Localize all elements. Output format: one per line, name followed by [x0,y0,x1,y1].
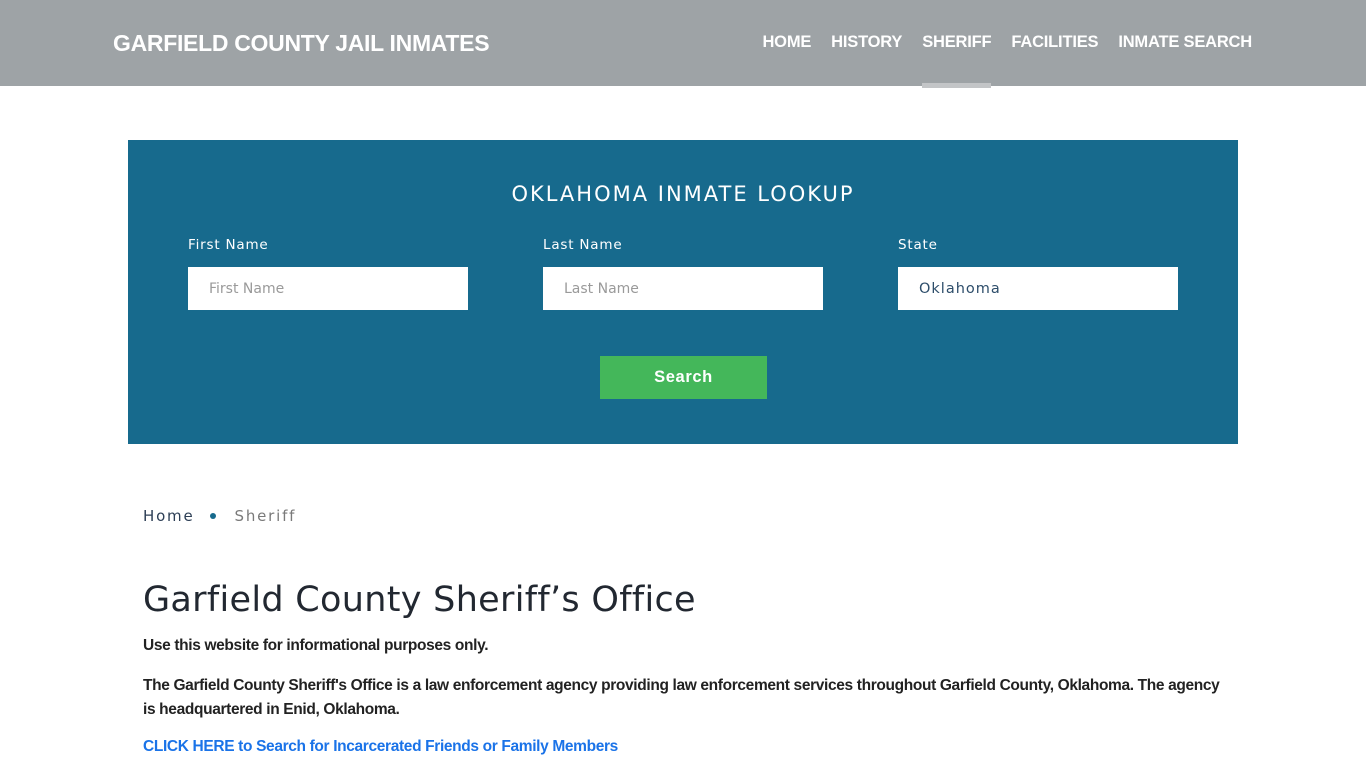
nav-item-inmate-search[interactable]: INMATE SEARCH [1118,33,1252,52]
lookup-title: OKLAHOMA INMATE LOOKUP [511,182,855,206]
main-nav: HOME HISTORY SHERIFF FACILITIES INMATE S… [742,33,1252,88]
breadcrumb-home-link[interactable]: Home [143,507,195,525]
last-name-label: Last Name [543,237,623,253]
state-field: State [898,237,1178,310]
site-header: GARFIELD COUNTY JAIL INMATES HOME HISTOR… [0,0,1366,88]
description-text: The Garfield County Sheriff's Office is … [143,677,1220,718]
first-name-input[interactable] [188,267,468,310]
first-name-label: First Name [188,237,269,253]
breadcrumb-separator-dot-icon [209,513,216,519]
inmate-lookup-panel: OKLAHOMA INMATE LOOKUP First Name Last N… [128,140,1238,444]
first-name-field: First Name [188,237,468,310]
search-incarcerated-link[interactable]: CLICK HERE to Search for Incarcerated Fr… [143,738,618,756]
last-name-field: Last Name [543,237,823,310]
site-logo-link[interactable]: GARFIELD COUNTY JAIL INMATES [113,30,490,57]
state-input[interactable] [898,267,1178,310]
nav-item-sheriff[interactable]: SHERIFF [922,33,992,88]
page-title: Garfield County Sheriff’s Office [143,580,696,620]
nav-item-home[interactable]: HOME [762,33,811,52]
breadcrumb-current: Sheriff [234,507,297,525]
breadcrumb: Home Sheriff [143,507,296,525]
last-name-input[interactable] [543,267,823,310]
nav-item-history[interactable]: HISTORY [831,33,902,52]
nav-item-facilities[interactable]: FACILITIES [1011,33,1098,52]
search-button[interactable]: Search [600,356,767,399]
disclaimer-text: Use this website for informational purpo… [143,637,489,654]
state-label: State [898,237,938,253]
